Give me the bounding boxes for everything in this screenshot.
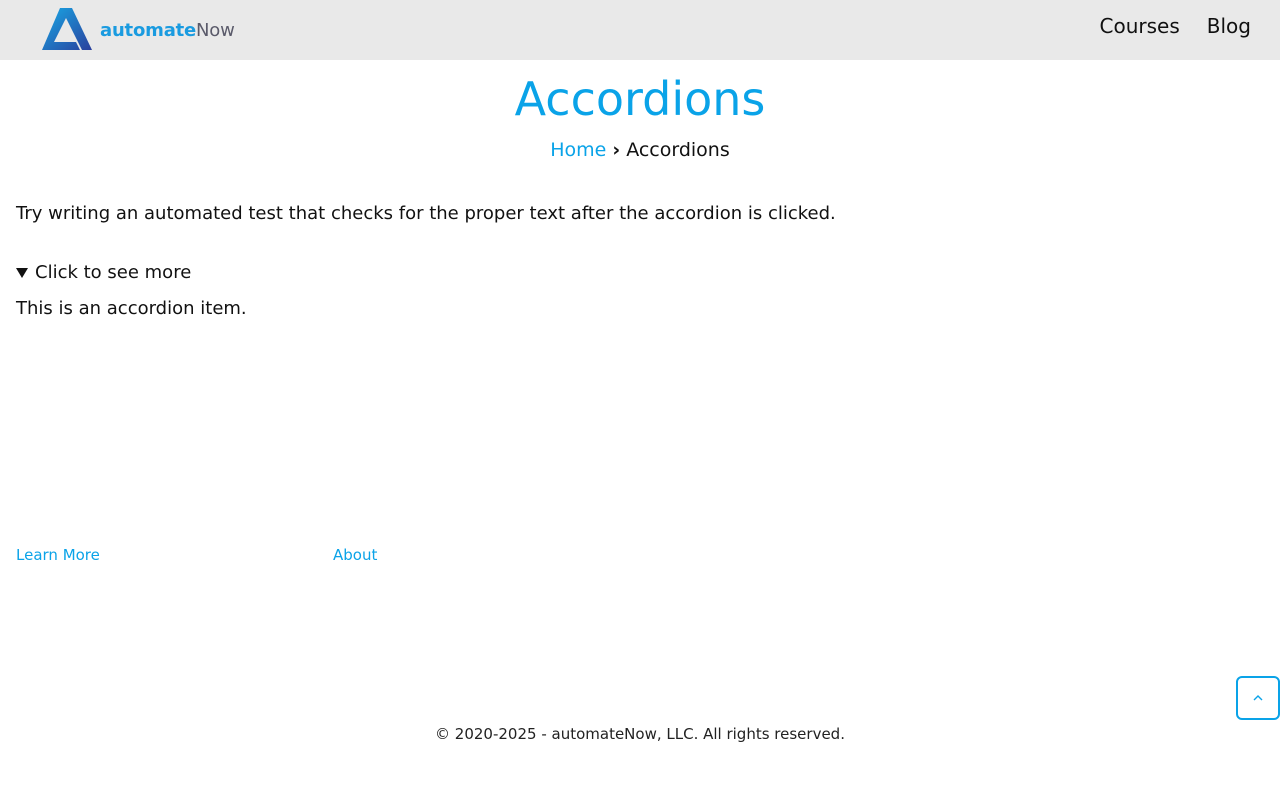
nav-blog-link[interactable]: Blog <box>1207 14 1251 38</box>
breadcrumb-separator: › <box>612 139 621 161</box>
triangle-down-icon <box>16 267 28 278</box>
scroll-to-top-button[interactable] <box>1236 676 1280 720</box>
breadcrumb: Home › Accordions <box>0 139 1280 161</box>
accordion-content: This is an accordion item. <box>16 298 247 319</box>
logo-mark-icon <box>42 8 92 50</box>
nav-courses-link[interactable]: Courses <box>1100 14 1180 38</box>
accordion-summary-label: Click to see more <box>35 262 192 283</box>
footer-learn-more-link[interactable]: Learn More <box>16 546 100 564</box>
site-logo[interactable]: automateNow <box>42 8 235 52</box>
main-nav: Courses Blog <box>1100 14 1251 38</box>
chevron-up-icon <box>1253 695 1263 701</box>
copyright-text: © 2020-2025 - automateNow, LLC. All righ… <box>435 725 845 743</box>
top-navigation-bar: automateNow Courses Blog <box>0 0 1280 60</box>
accordion-toggle[interactable]: Click to see more <box>16 262 191 283</box>
breadcrumb-home-link[interactable]: Home <box>550 139 606 161</box>
breadcrumb-current: Accordions <box>626 139 730 161</box>
page-title: Accordions <box>514 72 766 126</box>
logo-text: automateNow <box>100 19 235 41</box>
intro-text: Try writing an automated test that check… <box>16 203 836 224</box>
footer-about-link[interactable]: About <box>333 546 377 564</box>
